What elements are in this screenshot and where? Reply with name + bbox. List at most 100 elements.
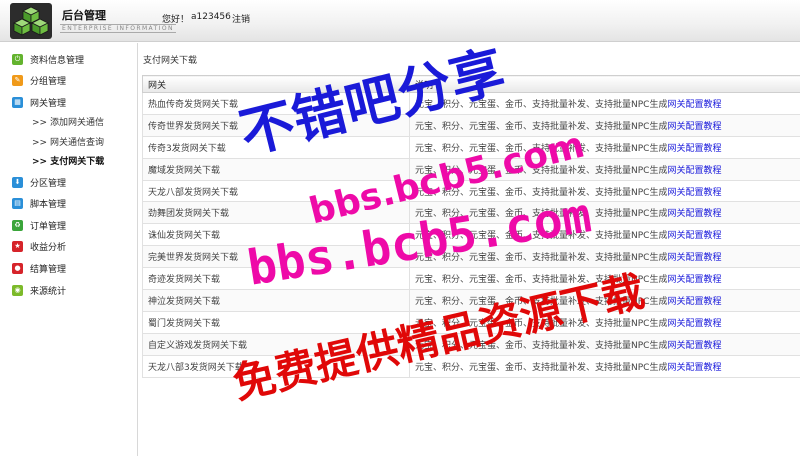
gateway-name-cell: 魔域发货网关下载 (142, 157, 410, 181)
gateway-name-cell: 传奇3发货网关下载 (142, 135, 410, 159)
page-title: 支付网关下载 (143, 56, 198, 66)
sidebar-item-label: 分区管理 (30, 178, 67, 189)
table-row: 自定义游戏发货网关下载 元宝、积分、元宝蛋、金币、支持批量补发、支持批量NPC生成… (142, 332, 800, 356)
sidebar-item-label: 来源统计 (30, 286, 67, 297)
table-row: 魔域发货网关下载 元宝、积分、元宝蛋、金币、支持批量补发、支持批量NPC生成网关配… (142, 157, 800, 181)
sidebar-item-revenue[interactable]: ★ 收益分析 (12, 238, 66, 254)
sidebar-item-settlement[interactable]: ● 结算管理 (12, 260, 66, 276)
config-tutorial-link[interactable]: 网关配置教程 (667, 275, 721, 285)
edit-icon: ✎ (12, 74, 23, 86)
config-tutorial-link[interactable]: 网关配置教程 (667, 100, 721, 110)
column-header-description: 说明 (409, 75, 800, 93)
gateway-name-cell: 自定义游戏发货网关下载 (142, 332, 410, 356)
sidebar-item-groups[interactable]: ✎ 分组管理 (12, 72, 66, 88)
sidebar-item-label: 订单管理 (30, 221, 67, 232)
config-tutorial-link[interactable]: 网关配置教程 (667, 188, 721, 198)
description-cell: 元宝、积分、元宝蛋、金币、支持批量补发、支持批量NPC生成网关配置教程 (409, 223, 800, 247)
description-cell: 元宝、积分、元宝蛋、金币、支持批量补发、支持批量NPC生成网关配置教程 (409, 332, 800, 356)
sidebar-item-label: 网关管理 (30, 98, 67, 109)
sidebar-item-zones[interactable]: ⬇ 分区管理 (12, 174, 66, 190)
table-row: 蜀门发货网关下载 元宝、积分、元宝蛋、金币、支持批量补发、支持批量NPC生成网关配… (142, 310, 800, 334)
table-row: 诛仙发货网关下载 元宝、积分、元宝蛋、金币、支持批量补发、支持批量NPC生成网关配… (142, 223, 800, 247)
gateway-name-cell: 蜀门发货网关下载 (142, 310, 410, 334)
description-cell: 元宝、积分、元宝蛋、金币、支持批量补发、支持批量NPC生成网关配置教程 (409, 354, 800, 378)
gateway-name-cell: 诛仙发货网关下载 (142, 223, 410, 247)
description-cell: 元宝、积分、元宝蛋、金币、支持批量补发、支持批量NPC生成网关配置教程 (409, 267, 800, 291)
config-tutorial-link[interactable]: 网关配置教程 (667, 253, 721, 263)
description-text: 元宝、积分、元宝蛋、金币、支持批量补发、支持批量NPC生成 (415, 318, 668, 329)
download-icon: ⬇ (12, 176, 23, 188)
table-row: 奇迹发货网关下载 元宝、积分、元宝蛋、金币、支持批量补发、支持批量NPC生成网关配… (142, 267, 800, 291)
table-row: 天龙八部发货网关下载 元宝、积分、元宝蛋、金币、支持批量补发、支持批量NPC生成网… (142, 179, 800, 203)
column-header-gateway: 网关 (142, 75, 410, 93)
config-tutorial-link[interactable]: 网关配置教程 (667, 144, 721, 154)
config-tutorial-link[interactable]: 网关配置教程 (667, 319, 721, 329)
sidebar-item-label: 结算管理 (30, 264, 67, 275)
description-cell: 元宝、积分、元宝蛋、金币、支持批量补发、支持批量NPC生成网关配置教程 (409, 179, 800, 203)
sidebar-item-profile[interactable]: ⏻ 资料信息管理 (12, 51, 84, 67)
top-header: 后台管理 ENTERPRISE INFORMATION 您好！ a123456 … (0, 0, 800, 42)
table-row: 天龙八部3发货网关下载 元宝、积分、元宝蛋、金币、支持批量补发、支持批量NPC生成… (142, 354, 800, 378)
gateway-name-cell: 完美世界发货网关下载 (142, 245, 410, 269)
description-text: 元宝、积分、元宝蛋、金币、支持批量补发、支持批量NPC生成 (415, 253, 668, 264)
gateway-name-cell: 奇迹发货网关下载 (142, 267, 410, 291)
username-text: a123456 (191, 12, 231, 22)
gateway-name-cell: 天龙八部3发货网关下载 (142, 354, 410, 378)
table-row: 热血传奇发货网关下载 元宝、积分、元宝蛋、金币、支持批量补发、支持批量NPC生成网… (142, 92, 800, 115)
description-text: 元宝、积分、元宝蛋、金币、支持批量补发、支持批量NPC生成 (415, 143, 668, 154)
config-tutorial-link[interactable]: 网关配置教程 (667, 166, 721, 176)
description-cell: 元宝、积分、元宝蛋、金币、支持批量补发、支持批量NPC生成网关配置教程 (409, 157, 800, 181)
app-subtitle: ENTERPRISE INFORMATION (60, 24, 176, 33)
table-row: 神泣发货网关下载 元宝、积分、元宝蛋、金币、支持批量补发、支持批量NPC生成网关配… (142, 289, 800, 312)
description-text: 元宝、积分、元宝蛋、金币、支持批量补发、支持批量NPC生成 (415, 231, 668, 242)
description-text: 元宝、积分、元宝蛋、金币、支持批量补发、支持批量NPC生成 (415, 209, 668, 220)
config-tutorial-link[interactable]: 网关配置教程 (667, 122, 721, 132)
sidebar-subitem-download-gateway[interactable]: >> 支付网关下载 (32, 154, 104, 168)
description-text: 元宝、积分、元宝蛋、金币、支持批量补发、支持批量NPC生成 (415, 296, 668, 307)
sidebar-item-gateways[interactable]: ▦ 网关管理 (12, 94, 66, 110)
description-text: 元宝、积分、元宝蛋、金币、支持批量补发、支持批量NPC生成 (415, 99, 668, 110)
sidebar-subitem-add-gateway[interactable]: >> 添加网关通信 (32, 115, 104, 129)
config-tutorial-link[interactable]: 网关配置教程 (667, 297, 721, 307)
table-row: 劲舞团发货网关下载 元宝、积分、元宝蛋、金币、支持批量补发、支持批量NPC生成网关… (142, 201, 800, 225)
sidebar-item-label: 分组管理 (30, 76, 67, 87)
description-text: 元宝、积分、元宝蛋、金币、支持批量补发、支持批量NPC生成 (415, 275, 668, 286)
record-icon: ● (12, 262, 23, 274)
cube-logo-icon (10, 3, 52, 39)
description-cell: 元宝、积分、元宝蛋、金币、支持批量补发、支持批量NPC生成网关配置教程 (409, 310, 800, 334)
sidebar-item-label: 脚本管理 (30, 199, 67, 210)
table-row: 传奇3发货网关下载 元宝、积分、元宝蛋、金币、支持批量补发、支持批量NPC生成网关… (142, 135, 800, 159)
greeting-text: 您好！ (162, 15, 190, 25)
gateway-table-container: 网关 说明 热血传奇发货网关下载 元宝、积分、元宝蛋、金币、支持批量补发、支持批量… (142, 75, 800, 378)
table-header-row: 网关 说明 (142, 75, 800, 93)
sidebar-item-sources[interactable]: ◉ 来源统计 (12, 282, 66, 298)
sidebar-subitem-query-gateway[interactable]: >> 网关通信查询 (32, 135, 104, 149)
recycle-icon: ♻ (12, 219, 23, 231)
config-tutorial-link[interactable]: 网关配置教程 (667, 209, 721, 219)
table-row: 传奇世界发货网关下载 元宝、积分、元宝蛋、金币、支持批量补发、支持批量NPC生成网… (142, 113, 800, 137)
description-cell: 元宝、积分、元宝蛋、金币、支持批量补发、支持批量NPC生成网关配置教程 (409, 135, 800, 159)
sidebar-item-scripts[interactable]: ▤ 脚本管理 (12, 195, 66, 211)
gateway-name-cell: 神泣发货网关下载 (142, 289, 410, 312)
config-tutorial-link[interactable]: 网关配置教程 (667, 341, 721, 351)
config-tutorial-link[interactable]: 网关配置教程 (667, 363, 721, 373)
gateway-name-cell: 天龙八部发货网关下载 (142, 179, 410, 203)
sidebar-item-orders[interactable]: ♻ 订单管理 (12, 217, 66, 233)
description-cell: 元宝、积分、元宝蛋、金币、支持批量补发、支持批量NPC生成网关配置教程 (409, 201, 800, 225)
document-icon: ▤ (12, 197, 23, 209)
gateway-name-cell: 传奇世界发货网关下载 (142, 113, 410, 137)
description-cell: 元宝、积分、元宝蛋、金币、支持批量补发、支持批量NPC生成网关配置教程 (409, 113, 800, 137)
description-text: 元宝、积分、元宝蛋、金币、支持批量补发、支持批量NPC生成 (415, 165, 668, 176)
gateway-name-cell: 热血传奇发货网关下载 (142, 92, 410, 115)
gateway-table: 网关 说明 热血传奇发货网关下载 元宝、积分、元宝蛋、金币、支持批量补发、支持批量… (142, 75, 800, 378)
grid-icon: ▦ (12, 96, 23, 108)
description-cell: 元宝、积分、元宝蛋、金币、支持批量补发、支持批量NPC生成网关配置教程 (409, 245, 800, 269)
description-text: 元宝、积分、元宝蛋、金币、支持批量补发、支持批量NPC生成 (415, 121, 668, 132)
sidebar-item-label: 资料信息管理 (30, 55, 85, 66)
description-text: 元宝、积分、元宝蛋、金币、支持批量补发、支持批量NPC生成 (415, 362, 668, 373)
app-title: 后台管理 (62, 9, 106, 22)
config-tutorial-link[interactable]: 网关配置教程 (667, 231, 721, 241)
logout-link[interactable]: 注销 (232, 12, 250, 25)
power-icon: ⏻ (12, 53, 23, 65)
description-cell: 元宝、积分、元宝蛋、金币、支持批量补发、支持批量NPC生成网关配置教程 (409, 289, 800, 312)
